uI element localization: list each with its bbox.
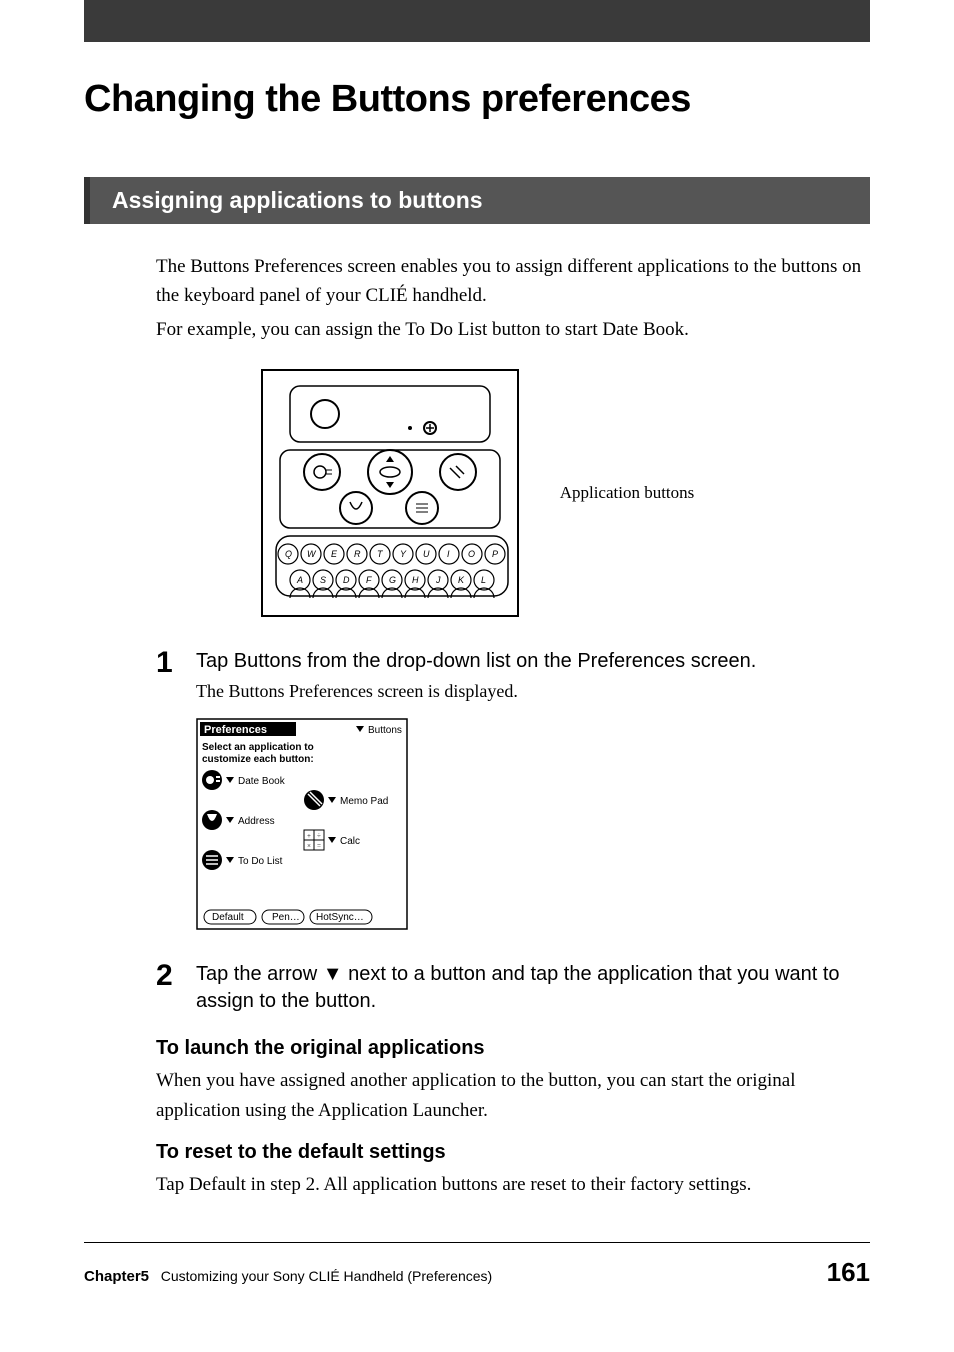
device-figure: Q W E R T Y U I O P A S D F G H — [84, 368, 870, 618]
svg-text:=: = — [317, 842, 321, 850]
svg-text:Memo Pad: Memo Pad — [340, 796, 388, 807]
svg-text:+: + — [307, 832, 311, 840]
subsection-body-1: When you have assigned another applicati… — [156, 1066, 870, 1125]
device-illustration: Q W E R T Y U I O P A S D F G H — [260, 368, 520, 618]
page-title: Changing the Buttons preferences — [84, 78, 870, 121]
screenshot-dropdown: Buttons — [368, 725, 402, 736]
chapter-title: Customizing your Sony CLIÉ Handheld (Pre… — [161, 1268, 493, 1284]
svg-text:I: I — [447, 549, 450, 559]
step-title: Tap Buttons from the drop-down list on t… — [196, 648, 870, 675]
svg-text:J: J — [435, 575, 441, 585]
step-number: 2 — [156, 961, 180, 991]
page-number: 161 — [827, 1257, 870, 1288]
svg-text:To Do List: To Do List — [238, 856, 283, 867]
svg-text:Address: Address — [238, 816, 275, 827]
svg-text:S: S — [320, 575, 326, 585]
screenshot-header: Preferences — [204, 724, 267, 736]
svg-text:L: L — [481, 575, 486, 585]
header-bar — [84, 0, 870, 42]
section-heading: Assigning applications to buttons — [84, 177, 870, 224]
subsection-heading-2: To reset to the default settings — [156, 1141, 870, 1164]
svg-text:HotSync…: HotSync… — [316, 912, 364, 923]
step-number: 1 — [156, 648, 180, 678]
svg-text:Calc: Calc — [340, 836, 360, 847]
svg-text:×: × — [307, 842, 311, 850]
svg-text:P: P — [492, 549, 498, 559]
svg-text:÷: ÷ — [317, 832, 321, 840]
svg-text:Q: Q — [285, 549, 292, 559]
svg-text:Y: Y — [400, 549, 407, 559]
svg-text:E: E — [331, 549, 338, 559]
svg-text:R: R — [354, 549, 361, 559]
step-1: 1 Tap Buttons from the drop-down list on… — [156, 648, 870, 712]
subsection-body-2: Tap Default in step 2. All application b… — [156, 1170, 870, 1199]
figure-callout: Application buttons — [560, 483, 695, 503]
svg-text:K: K — [458, 575, 465, 585]
intro-paragraph-2: For example, you can assign the To Do Li… — [156, 315, 870, 344]
svg-text:F: F — [366, 575, 372, 585]
svg-text:customize each button:: customize each button: — [202, 754, 314, 765]
svg-text:D: D — [343, 575, 350, 585]
svg-text:H: H — [412, 575, 419, 585]
preferences-screenshot: Preferences Buttons Select an applicatio… — [196, 718, 408, 930]
svg-text:G: G — [389, 575, 396, 585]
step-title: Tap the arrow ▼ next to a button and tap… — [196, 961, 870, 1015]
svg-text:Pen…: Pen… — [272, 912, 300, 923]
subsection-heading-1: To launch the original applications — [156, 1037, 870, 1060]
svg-text:W: W — [307, 549, 317, 559]
step-2: 2 Tap the arrow ▼ next to a button and t… — [156, 961, 870, 1021]
page-footer: Chapter5 Customizing your Sony CLIÉ Hand… — [84, 1242, 870, 1288]
page-content: Changing the Buttons preferences Assigni… — [0, 78, 954, 1200]
svg-text:Select an application to: Select an application to — [202, 742, 314, 753]
intro-paragraph-1: The Buttons Preferences screen enables y… — [156, 252, 870, 311]
svg-text:U: U — [423, 549, 430, 559]
svg-text:Default: Default — [212, 912, 244, 923]
svg-text:T: T — [377, 549, 384, 559]
step-subtext: The Buttons Preferences screen is displa… — [196, 681, 870, 702]
chapter-label: Chapter5 — [84, 1268, 149, 1285]
svg-text:A: A — [296, 575, 303, 585]
svg-text:Date Book: Date Book — [238, 776, 286, 787]
svg-text:O: O — [468, 549, 475, 559]
